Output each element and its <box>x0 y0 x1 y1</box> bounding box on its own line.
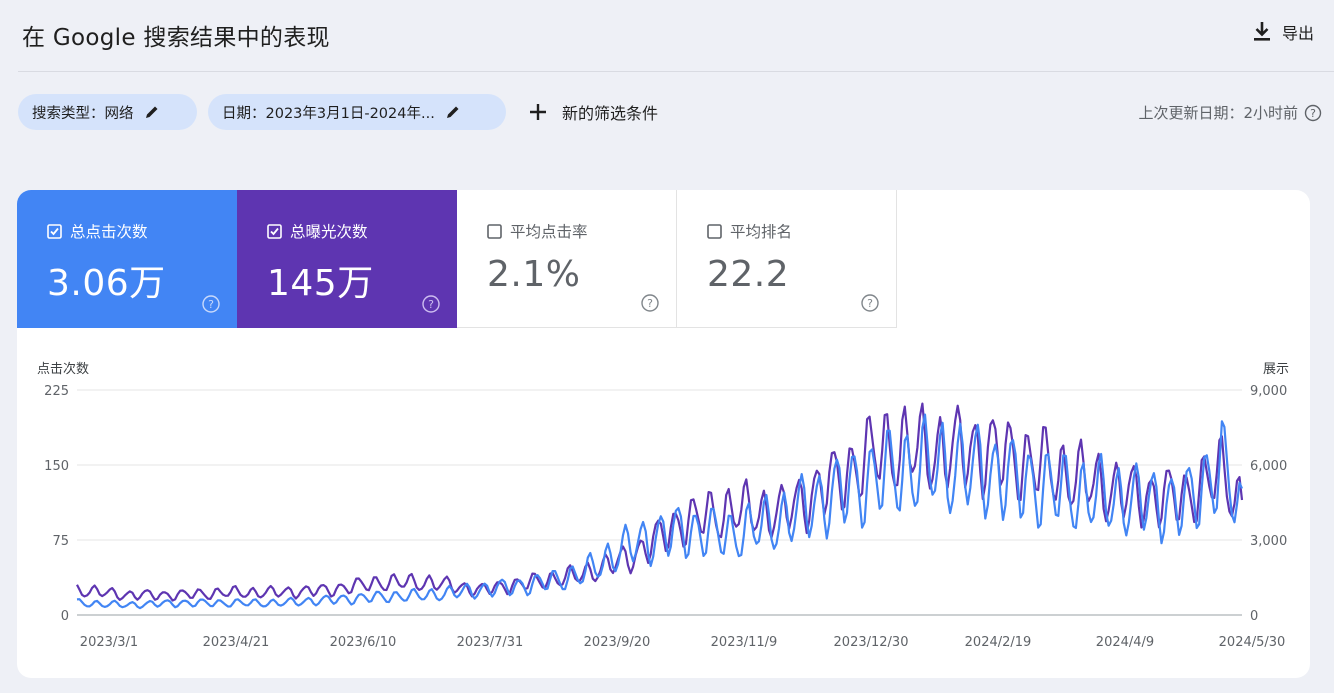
add-filter-label: 新的筛选条件 <box>562 104 659 123</box>
metric-value: 2.1% <box>487 254 581 295</box>
series-line-impressions <box>76 402 1244 602</box>
metric-average-ctr[interactable]: 平均点击率 2.1% ? <box>457 190 677 328</box>
metric-label-row: 平均点击率 <box>487 220 588 242</box>
series-line-clicks <box>76 413 1244 610</box>
metric-value: 3.06万 <box>47 263 166 304</box>
last-update-text: 上次更新日期：2小时前 <box>1138 104 1298 122</box>
x-tick-label: 2023/12/30 <box>834 635 909 650</box>
x-tick-label: 2024/2/19 <box>965 635 1032 650</box>
svg-text:?: ? <box>867 297 873 310</box>
metric-label-row: 总曝光次数 <box>267 220 368 242</box>
left-tick-label: 150 <box>44 459 69 474</box>
help-icon[interactable]: ? <box>1304 104 1322 122</box>
edit-icon[interactable] <box>144 104 160 120</box>
checkbox-unchecked-icon[interactable] <box>487 223 502 239</box>
filter-bar: 搜索类型：网络 日期：2023年3月1日-2024年... 新的筛选条件 上次更… <box>0 90 1334 134</box>
date-filter-chip[interactable]: 日期：2023年3月1日-2024年... <box>208 94 506 130</box>
export-button[interactable]: 导出 <box>1252 20 1314 44</box>
svg-text:?: ? <box>208 298 214 311</box>
help-icon[interactable]: ? <box>860 293 880 313</box>
metric-value: 22.2 <box>707 254 790 295</box>
right-tick-label: 9,000 <box>1250 384 1287 399</box>
help-icon[interactable]: ? <box>201 294 221 314</box>
checkbox-checked-icon[interactable] <box>267 223 282 239</box>
download-icon <box>1253 22 1270 41</box>
x-tick-label: 2023/6/10 <box>330 635 397 650</box>
x-tick-label: 2023/3/1 <box>80 635 138 650</box>
left-tick-label: 225 <box>44 384 69 399</box>
checkbox-unchecked-icon[interactable] <box>707 223 722 239</box>
right-tick-label: 0 <box>1250 609 1258 624</box>
left-axis-label: 点击次数 <box>37 361 89 377</box>
help-icon[interactable]: ? <box>421 294 441 314</box>
right-axis-label: 展示 <box>1263 362 1289 377</box>
x-tick-label: 2024/4/9 <box>1096 635 1154 650</box>
svg-text:?: ? <box>428 298 434 311</box>
x-tick-label: 2023/7/31 <box>457 635 524 650</box>
left-tick-label: 0 <box>61 609 69 624</box>
header-divider <box>18 71 1334 72</box>
metric-label: 总曝光次数 <box>290 223 368 241</box>
metric-label: 平均排名 <box>730 223 793 241</box>
date-filter-label: 日期：2023年3月1日-2024年... <box>222 105 435 122</box>
metric-label-row: 总点击次数 <box>47 220 148 242</box>
x-tick-label: 2023/4/21 <box>203 635 270 650</box>
search-type-filter-chip[interactable]: 搜索类型：网络 <box>18 94 197 130</box>
search-type-filter-label: 搜索类型：网络 <box>32 105 134 122</box>
add-filter-button[interactable]: 新的筛选条件 <box>528 94 658 130</box>
x-tick-label: 2024/5/30 <box>1219 635 1286 650</box>
right-tick-label: 6,000 <box>1250 459 1287 474</box>
page-title: 在 Google 搜索结果中的表现 <box>22 25 330 51</box>
svg-text:?: ? <box>1310 107 1316 120</box>
performance-card: 总点击次数 3.06万 ? 总曝光次数 145万 ? 平均点击率 2.1% ? … <box>17 190 1310 678</box>
export-label: 导出 <box>1281 24 1314 43</box>
performance-chart: 点击次数 展示 0 0 75 3,000 150 6,000 225 9,000 2023/3/1 2… <box>17 340 1310 670</box>
metric-total-impressions[interactable]: 总曝光次数 145万 ? <box>237 190 457 328</box>
metric-value: 145万 <box>267 263 374 304</box>
checkbox-checked-icon[interactable] <box>47 223 62 239</box>
metric-average-position[interactable]: 平均排名 22.2 ? <box>677 190 897 328</box>
metric-total-clicks[interactable]: 总点击次数 3.06万 ? <box>17 190 237 328</box>
plus-icon <box>530 104 546 120</box>
line-chart: 点击次数 展示 0 0 75 3,000 150 6,000 225 9,000 2023/3/1 2… <box>37 361 1289 650</box>
page-header: 在 Google 搜索结果中的表现 导出 <box>0 0 1334 72</box>
svg-text:?: ? <box>647 297 653 310</box>
metric-label-row: 平均排名 <box>707 220 792 242</box>
last-update-info: 上次更新日期：2小时前 ? <box>1138 102 1322 123</box>
x-tick-label: 2023/11/9 <box>711 635 778 650</box>
edit-icon[interactable] <box>445 104 461 120</box>
help-icon[interactable]: ? <box>640 293 660 313</box>
metric-label: 总点击次数 <box>70 223 148 241</box>
right-tick-label: 3,000 <box>1250 534 1287 549</box>
left-tick-label: 75 <box>52 534 69 549</box>
x-tick-label: 2023/9/20 <box>584 635 651 650</box>
metric-label: 平均点击率 <box>510 223 588 241</box>
metric-tabs: 总点击次数 3.06万 ? 总曝光次数 145万 ? 平均点击率 2.1% ? … <box>17 190 897 328</box>
